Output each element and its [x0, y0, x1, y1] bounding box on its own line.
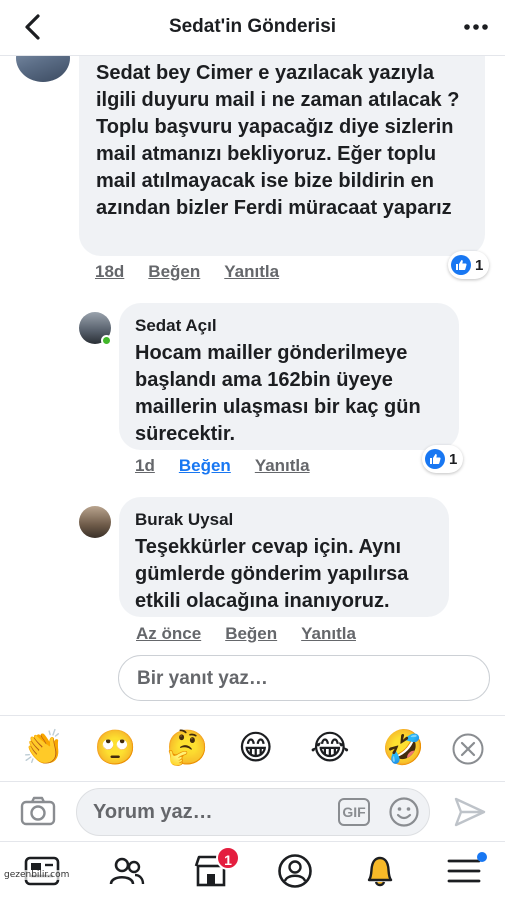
eye-roll-emoji-button[interactable]: 🙄: [94, 728, 136, 768]
like-button[interactable]: Beğen: [225, 624, 277, 643]
grin-emoji-button[interactable]: 😁: [238, 728, 273, 768]
reply-button[interactable]: Yanıtla: [224, 262, 279, 281]
more-options-icon[interactable]: [461, 12, 491, 42]
top-bar: Sedat'in Gönderisi: [0, 0, 505, 56]
profile-icon[interactable]: [276, 852, 314, 890]
close-icon[interactable]: [451, 732, 485, 766]
comment-bubble: Sedat bey Cimer e yazılacak yazıyla ilgi…: [79, 44, 485, 256]
like-button[interactable]: Beğen: [148, 262, 200, 281]
rofl-emoji-button[interactable]: 🤣: [382, 728, 424, 768]
friends-icon[interactable]: [108, 852, 146, 890]
menu-update-dot: [477, 852, 487, 862]
comment-author[interactable]: Sedat Açıl: [135, 316, 445, 336]
comment-bubble: Sedat Açıl Hocam mailler gönderilmeye ba…: [119, 303, 459, 450]
reply-button[interactable]: Yanıtla: [301, 624, 356, 643]
avatar[interactable]: [79, 506, 111, 538]
comment-text: Hocam mailler gönderilmeye başlandı ama …: [135, 342, 421, 445]
reply-input[interactable]: Bir yanıt yaz…: [118, 655, 490, 701]
page-title: Sedat'in Gönderisi: [168, 16, 337, 37]
comment-text: Sedat bey Cimer e yazılacak yazıyla ilgi…: [96, 62, 460, 219]
like-reaction-icon: [425, 449, 445, 469]
comment-author[interactable]: Burak Uysal: [135, 510, 437, 530]
notification-badge: 1: [216, 846, 240, 870]
gif-button[interactable]: GIF: [338, 798, 370, 826]
thinking-emoji-button[interactable]: 🤔: [166, 728, 208, 768]
tears-of-joy-emoji-button[interactable]: 😂: [310, 728, 350, 768]
comment-bubble: Burak Uysal Teşekkürler cevap için. Aynı…: [119, 497, 449, 617]
comment-text: Teşekkürler cevap için. Aynı gümlerde gö…: [135, 536, 409, 612]
online-indicator: [101, 335, 112, 346]
send-icon[interactable]: [453, 796, 487, 828]
camera-icon[interactable]: [20, 794, 56, 828]
comment-actions: 18d Beğen Yanıtla: [95, 262, 303, 282]
comment-time[interactable]: 1d: [135, 456, 155, 475]
watermark: gezenbilir.com: [4, 870, 70, 880]
reaction-count[interactable]: 1: [422, 445, 464, 473]
comment-time[interactable]: 18d: [95, 262, 124, 281]
notifications-bell-icon[interactable]: [361, 852, 399, 890]
reaction-count[interactable]: 1: [448, 251, 490, 279]
emoji-icon[interactable]: [388, 796, 420, 828]
clapping-emoji-button[interactable]: 👏: [22, 728, 64, 768]
like-reaction-icon: [451, 255, 471, 275]
emoji-suggestion-bar: 👏 🙄 🤔 😁 😂 🤣: [0, 715, 505, 781]
comment-time[interactable]: Az önce: [136, 624, 201, 643]
bottom-navigation: 1: [0, 841, 505, 900]
comment-composer: Yorum yaz… GIF: [0, 781, 505, 841]
like-button[interactable]: Beğen: [179, 456, 231, 475]
comment-actions: Az önce Beğen Yanıtla: [136, 624, 380, 644]
comment-actions: 1d Beğen Yanıtla: [135, 456, 334, 476]
reply-button[interactable]: Yanıtla: [255, 456, 310, 475]
comment-input[interactable]: Yorum yaz…: [76, 788, 430, 836]
